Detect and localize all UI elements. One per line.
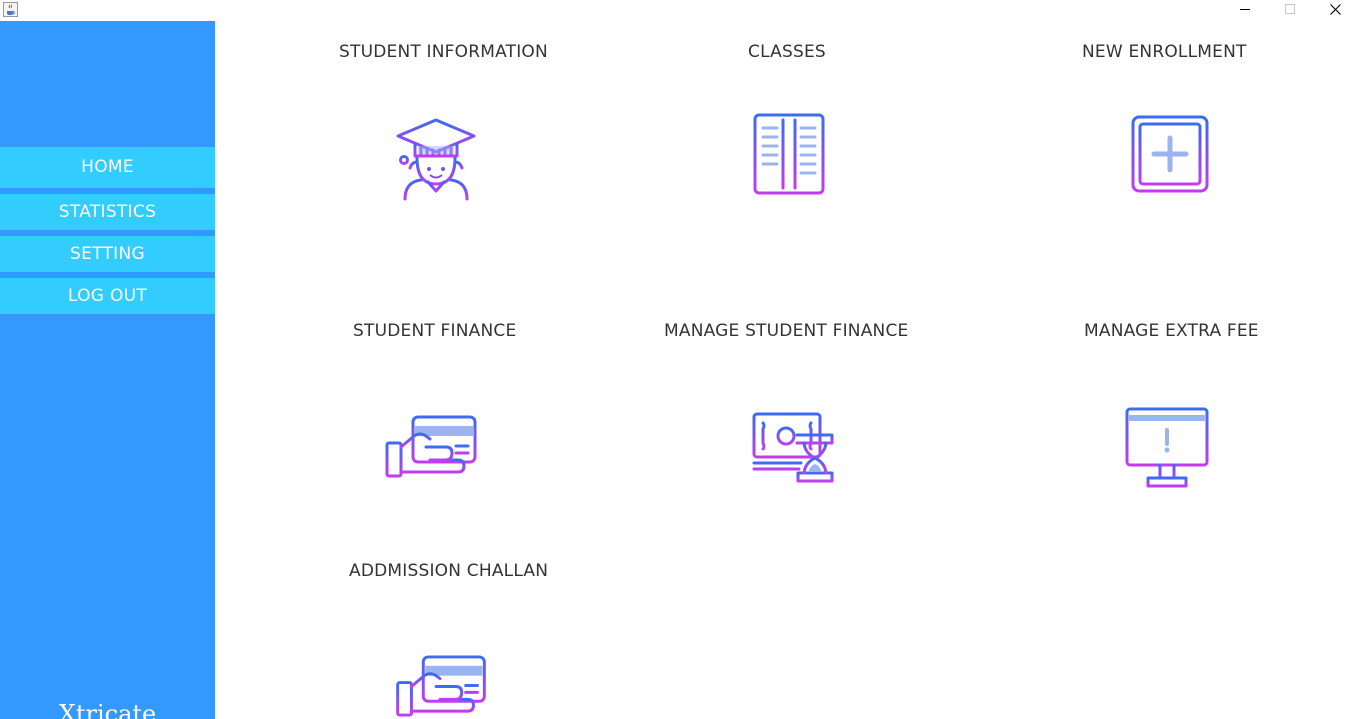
window-titlebar xyxy=(0,0,1347,21)
tile-title-addmission-challan[interactable]: ADDMISSION CHALLAN xyxy=(349,561,548,581)
minimize-button[interactable] xyxy=(1222,0,1267,18)
tile-title-student-finance[interactable]: STUDENT FINANCE xyxy=(353,321,516,341)
close-icon xyxy=(1330,3,1341,15)
maximize-icon xyxy=(1284,4,1295,14)
open-book-icon[interactable] xyxy=(752,112,826,196)
tile-title-student-information[interactable]: STUDENT INFORMATION xyxy=(339,42,548,62)
tile-title-new-enrollment[interactable]: NEW ENROLLMENT xyxy=(1082,42,1247,62)
sidebar: HOME STATISTICS SETTING LOG OUT Xtricate xyxy=(0,21,215,719)
minimize-icon xyxy=(1239,9,1250,10)
tile-title-manage-extra-fee[interactable]: MANAGE EXTRA FEE xyxy=(1084,321,1259,341)
monitor-alert-icon[interactable] xyxy=(1124,406,1210,490)
close-button[interactable] xyxy=(1313,0,1347,18)
tile-title-manage-student-finance[interactable]: MANAGE STUDENT FINANCE xyxy=(664,321,908,341)
sidebar-item-setting[interactable]: SETTING xyxy=(0,236,215,272)
add-square-icon[interactable] xyxy=(1130,114,1210,194)
sidebar-item-log-out[interactable]: LOG OUT xyxy=(0,278,215,314)
graduate-student-icon[interactable] xyxy=(395,116,477,202)
tile-title-classes[interactable]: CLASSES xyxy=(748,42,826,62)
sidebar-item-home[interactable]: HOME xyxy=(0,147,215,188)
hand-card-icon[interactable] xyxy=(384,414,478,480)
hand-card-icon[interactable] xyxy=(394,654,488,719)
maximize-button[interactable] xyxy=(1267,0,1312,18)
sidebar-item-statistics[interactable]: STATISTICS xyxy=(0,194,215,230)
brand-logo-text: Xtricate xyxy=(58,700,157,719)
money-hourglass-icon[interactable] xyxy=(751,411,837,485)
java-cup-icon xyxy=(3,2,18,17)
